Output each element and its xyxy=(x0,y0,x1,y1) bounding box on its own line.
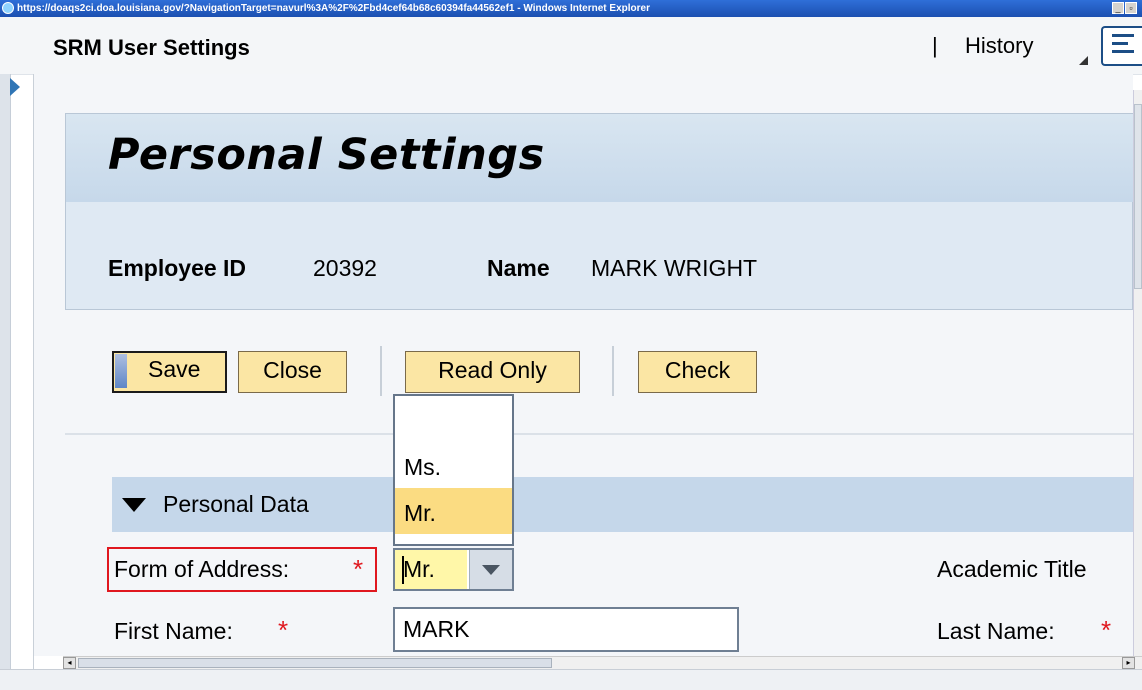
main-menu-button[interactable] xyxy=(1101,26,1142,66)
app-title: SRM User Settings xyxy=(53,35,250,60)
last-name-label: Last Name: xyxy=(937,618,1055,644)
save-button-label[interactable]: Save xyxy=(148,356,200,383)
internet-explorer-icon xyxy=(2,2,14,14)
history-dropdown-caret-icon[interactable] xyxy=(1079,56,1088,65)
menu-icon xyxy=(1112,34,1134,53)
dropdown-option-ms[interactable]: Ms. xyxy=(395,442,512,486)
vertical-scrollbar-thumb[interactable] xyxy=(1134,104,1142,289)
required-marker: * xyxy=(1101,615,1112,645)
browser-title-bar: https://doaqs2ci.doa.louisiana.gov/?Navi… xyxy=(0,0,1142,17)
required-marker: * xyxy=(278,615,289,645)
chevron-down-icon[interactable] xyxy=(482,565,500,575)
name-value: MARK WRIGHT xyxy=(591,255,758,281)
dropdown-option-mr[interactable]: Mr. xyxy=(395,488,512,534)
section-title[interactable]: Personal Data xyxy=(163,491,309,518)
toolbar-divider xyxy=(65,433,1133,435)
triangle-down-icon[interactable] xyxy=(122,498,146,512)
text-caret xyxy=(402,556,404,584)
page-title: Personal Settings xyxy=(108,130,545,180)
employee-id-label: Employee ID xyxy=(108,255,247,281)
close-button[interactable]: Close xyxy=(238,351,347,393)
status-bar xyxy=(0,669,1142,690)
maximize-window-button[interactable]: ▫ xyxy=(1125,2,1137,14)
horizontal-scrollbar-thumb[interactable] xyxy=(78,658,552,668)
read-only-button[interactable]: Read Only xyxy=(405,351,580,393)
employee-id-value: 20392 xyxy=(313,255,377,281)
first-name-input[interactable]: MARK xyxy=(393,607,739,652)
save-button-focus-marker xyxy=(115,354,127,388)
browser-window-title: https://doaqs2ci.doa.louisiana.gov/?Navi… xyxy=(17,3,650,14)
scroll-left-icon[interactable]: ◂ xyxy=(63,657,76,669)
academic-title-label: Academic Title xyxy=(937,556,1087,582)
toolbar-separator xyxy=(380,346,382,396)
history-menu[interactable]: History xyxy=(965,33,1033,59)
form-of-address-value[interactable]: Mr. xyxy=(395,550,467,589)
minimize-window-button[interactable]: _ xyxy=(1112,2,1124,14)
dropdown-option-blank[interactable] xyxy=(395,396,512,440)
name-label: Name xyxy=(487,255,550,281)
side-panel-strip xyxy=(0,74,11,690)
first-name-label: First Name: xyxy=(114,618,233,644)
toolbar-separator xyxy=(612,346,614,396)
expand-side-panel-icon[interactable] xyxy=(10,78,20,96)
scroll-right-icon[interactable]: ▸ xyxy=(1122,657,1135,669)
check-button[interactable]: Check xyxy=(638,351,757,393)
required-marker: * xyxy=(353,554,364,584)
form-of-address-label: Form of Address: xyxy=(114,556,290,582)
header-separator: | xyxy=(932,33,938,58)
